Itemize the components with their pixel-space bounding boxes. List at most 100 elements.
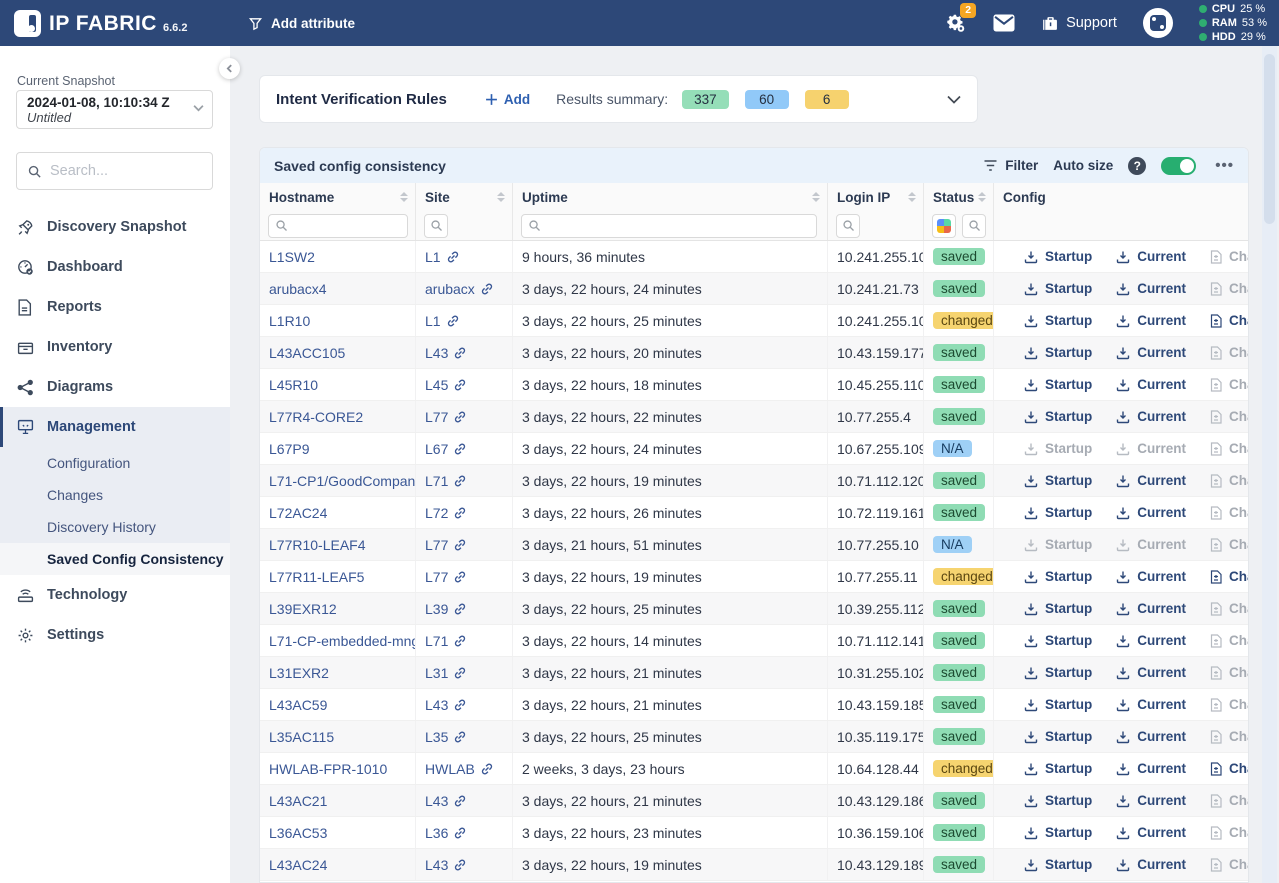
hostname-link[interactable]: L67P9 [269,441,309,457]
site-link[interactable]: L43 [425,697,467,713]
hostname-link[interactable]: L31EXR2 [269,665,329,681]
sidebar-item-discovery-snapshot[interactable]: Discovery Snapshot [0,207,230,247]
startup-config-link[interactable]: Startup [1024,793,1092,808]
current-config-link[interactable]: Current [1116,377,1186,392]
startup-config-link[interactable]: Startup [1024,505,1092,520]
sidebar-item-technology[interactable]: Technology [0,575,230,615]
site-link[interactable]: L43 [425,793,467,809]
site-link[interactable]: L35 [425,729,467,745]
site-link[interactable]: L72 [425,505,467,521]
site-link[interactable]: L43 [425,857,467,873]
site-link[interactable]: L39 [425,601,467,617]
hostname-link[interactable]: L39EXR12 [269,601,337,617]
startup-config-link[interactable]: Startup [1024,633,1092,648]
current-config-link[interactable]: Current [1116,249,1186,264]
site-filter-search-button[interactable] [424,214,448,238]
sidebar-subitem-configuration[interactable]: Configuration [0,447,230,479]
green-results-badge[interactable]: 337 [682,90,729,109]
site-link[interactable]: L1 [425,249,460,265]
site-link[interactable]: L36 [425,825,467,841]
current-config-link[interactable]: Current [1116,633,1186,648]
changes-link[interactable]: Changes [1210,313,1248,328]
site-link[interactable]: arubacx [425,281,494,297]
hostname-link[interactable]: L71-CP-embedded-mng [269,633,416,649]
current-config-link[interactable]: Current [1116,793,1186,808]
current-config-link[interactable]: Current [1116,601,1186,616]
add-rule-button[interactable]: Add [485,92,530,107]
sidebar-item-management[interactable]: Management [0,407,230,447]
hostname-link[interactable]: L43AC24 [269,857,327,873]
hostname-filter-input[interactable] [268,214,408,238]
startup-config-link[interactable]: Startup [1024,249,1092,264]
status-color-filter-button[interactable] [932,214,956,238]
status-filter-search-button[interactable] [962,214,986,238]
current-config-link[interactable]: Current [1116,825,1186,840]
current-config-link[interactable]: Current [1116,569,1186,584]
site-link[interactable]: L43 [425,345,467,361]
sidebar-collapse-button[interactable] [219,58,240,79]
site-link[interactable]: L31 [425,665,467,681]
hostname-link[interactable]: L1SW2 [269,249,315,265]
column-header-uptime[interactable]: Uptime [513,183,828,211]
sidebar-item-reports[interactable]: Reports [0,287,230,327]
current-config-link[interactable]: Current [1116,505,1186,520]
sidebar-item-settings[interactable]: Settings [0,615,230,655]
blue-results-badge[interactable]: 60 [745,90,789,109]
startup-config-link[interactable]: Startup [1024,825,1092,840]
sidebar-item-diagrams[interactable]: Diagrams [0,367,230,407]
startup-config-link[interactable]: Startup [1024,281,1092,296]
yellow-results-badge[interactable]: 6 [805,90,849,109]
column-header-login-ip[interactable]: Login IP [828,183,924,211]
current-config-link[interactable]: Current [1116,281,1186,296]
support-button[interactable]: Support [1041,15,1117,32]
current-config-link[interactable]: Current [1116,857,1186,872]
site-link[interactable]: L45 [425,377,467,393]
page-scrollbar-thumb[interactable] [1264,54,1275,224]
snapshot-select[interactable]: 2024-01-08, 10:10:34 Z Untitled [16,90,213,129]
startup-config-link[interactable]: Startup [1024,409,1092,424]
site-link[interactable]: L71 [425,633,467,649]
site-link[interactable]: L77 [425,569,467,585]
search-input[interactable] [50,163,202,179]
startup-config-link[interactable]: Startup [1024,345,1092,360]
hostname-link[interactable]: L36AC53 [269,825,327,841]
hostname-link[interactable]: arubacx4 [269,281,327,297]
hostname-link[interactable]: L77R4-CORE2 [269,409,363,425]
login-ip-filter-search-button[interactable] [836,214,860,238]
startup-config-link[interactable]: Startup [1024,313,1092,328]
startup-config-link[interactable]: Startup [1024,601,1092,616]
changes-link[interactable]: Changes [1210,569,1248,584]
hostname-link[interactable]: L43AC59 [269,697,327,713]
column-header-hostname[interactable]: Hostname [260,183,416,211]
hostname-link[interactable]: L45R10 [269,377,318,393]
mail-button[interactable] [993,14,1015,32]
column-header-site[interactable]: Site [416,183,513,211]
hostname-link[interactable]: L77R10-LEAF4 [269,537,366,553]
filter-button[interactable]: Filter [983,158,1038,173]
hostname-link[interactable]: L43ACC105 [269,345,345,361]
current-config-link[interactable]: Current [1116,313,1186,328]
column-header-status[interactable]: Status [924,183,994,211]
help-icon[interactable]: ? [1128,157,1146,175]
system-settings-button[interactable]: 2 [945,12,967,34]
hostname-link[interactable]: L71-CP1/GoodCompany [269,473,416,489]
table-menu-button[interactable]: ••• [1211,157,1234,174]
hostname-link[interactable]: L72AC24 [269,505,327,521]
site-link[interactable]: L1 [425,313,460,329]
startup-config-link[interactable]: Startup [1024,697,1092,712]
user-avatar[interactable] [1143,8,1173,38]
sidebar-subitem-saved-config-consistency[interactable]: Saved Config Consistency [0,543,230,575]
startup-config-link[interactable]: Startup [1024,761,1092,776]
current-config-link[interactable]: Current [1116,665,1186,680]
site-link[interactable]: L67 [425,441,467,457]
startup-config-link[interactable]: Startup [1024,569,1092,584]
changes-link[interactable]: Changes [1210,761,1248,776]
startup-config-link[interactable]: Startup [1024,377,1092,392]
hostname-link[interactable]: L77R11-LEAF5 [269,569,364,585]
current-config-link[interactable]: Current [1116,697,1186,712]
add-attribute-button[interactable]: Add attribute [248,16,355,31]
current-config-link[interactable]: Current [1116,409,1186,424]
current-config-link[interactable]: Current [1116,473,1186,488]
uptime-filter-input[interactable] [521,214,817,238]
current-config-link[interactable]: Current [1116,729,1186,744]
